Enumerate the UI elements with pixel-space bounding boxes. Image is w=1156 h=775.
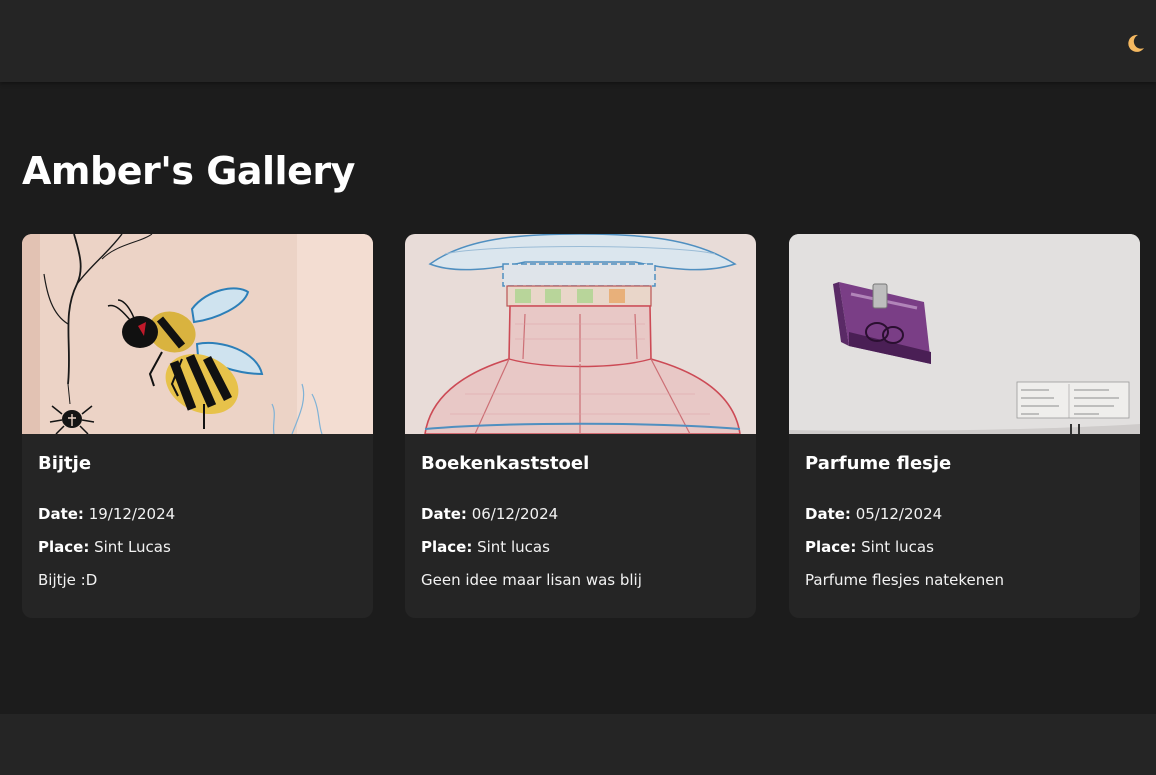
card-description: Parfume flesjes natekenen bbox=[805, 571, 1005, 589]
date-label: Date: bbox=[805, 505, 851, 523]
card-date: Date: 05/12/2024 bbox=[805, 504, 1124, 524]
main-content: Amber's Gallery Bijtje Date: 19/12/2024 … bbox=[22, 82, 1140, 714]
page-title: Amber's Gallery bbox=[22, 149, 355, 193]
date-value: 05/12/2024 bbox=[855, 505, 943, 523]
card-place: Place: Sint lucas bbox=[421, 537, 740, 557]
date-value: 06/12/2024 bbox=[471, 505, 559, 523]
date-value: 19/12/2024 bbox=[88, 505, 176, 523]
card-title: Boekenkaststoel bbox=[421, 453, 590, 474]
place-label: Place: bbox=[421, 538, 473, 556]
gallery-card[interactable]: Bijtje Date: 19/12/2024 Place: Sint Luca… bbox=[22, 234, 373, 618]
date-label: Date: bbox=[421, 505, 467, 523]
bee-drawing-image bbox=[22, 234, 373, 434]
card-place: Place: Sint Lucas bbox=[38, 537, 357, 557]
gallery-card[interactable]: Parfume flesje Date: 05/12/2024 Place: S… bbox=[789, 234, 1140, 618]
place-label: Place: bbox=[805, 538, 857, 556]
place-label: Place: bbox=[38, 538, 90, 556]
place-value: Sint Lucas bbox=[94, 538, 171, 556]
lamp-drawing-image bbox=[405, 234, 756, 434]
card-date: Date: 19/12/2024 bbox=[38, 504, 357, 524]
perfume-bottle-drawing-image bbox=[789, 234, 1140, 434]
date-label: Date: bbox=[38, 505, 84, 523]
place-value: Sint lucas bbox=[477, 538, 550, 556]
top-navbar bbox=[0, 0, 1156, 82]
card-title: Bijtje bbox=[38, 453, 92, 474]
page-footer bbox=[0, 714, 1156, 775]
place-value: Sint lucas bbox=[861, 538, 934, 556]
card-description: Geen idee maar lisan was blij bbox=[421, 571, 642, 589]
gallery-grid: Bijtje Date: 19/12/2024 Place: Sint Luca… bbox=[22, 234, 1140, 618]
theme-toggle-button[interactable] bbox=[1124, 32, 1146, 54]
card-title: Parfume flesje bbox=[805, 453, 952, 474]
card-place: Place: Sint lucas bbox=[805, 537, 1124, 557]
card-date: Date: 06/12/2024 bbox=[421, 504, 740, 524]
gallery-card[interactable]: Boekenkaststoel Date: 06/12/2024 Place: … bbox=[405, 234, 756, 618]
moon-icon bbox=[1128, 34, 1144, 52]
card-description: Bijtje :D bbox=[38, 571, 98, 589]
